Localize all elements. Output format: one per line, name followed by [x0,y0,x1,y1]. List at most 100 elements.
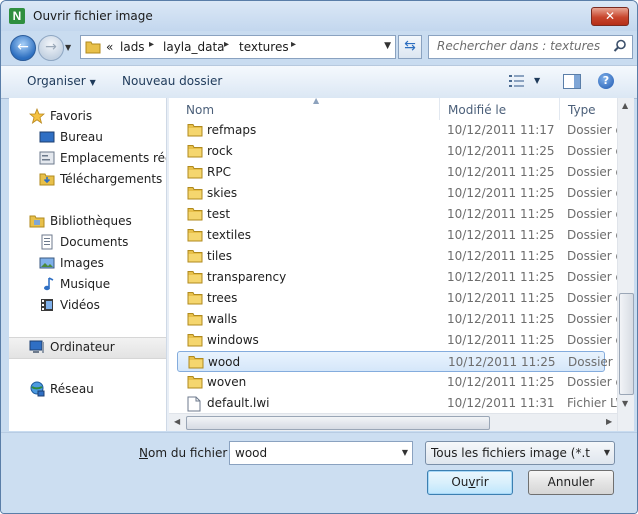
file-date: 10/12/2011 11:17 [447,123,555,137]
filename-input[interactable]: wood ▼ [229,441,413,465]
folder-icon [187,249,203,266]
chevron-down-icon[interactable]: ▼ [402,448,408,457]
file-row[interactable]: tiles 10/12/2011 11:25 Dossier de fichiers [177,246,617,267]
column-header-modified[interactable]: Modifié le [439,98,560,120]
chevron-right-icon[interactable]: ▸ [224,39,229,50]
folder-icon [187,375,203,392]
nav-item-pictures[interactable]: Images [9,253,166,273]
file-row[interactable]: woven 10/12/2011 11:25 Dossier de fichiers [177,372,617,393]
folder-icon [187,291,203,308]
file-type: Dossier de fichiers [567,249,617,263]
nav-item-videos[interactable]: Vidéos [9,295,166,315]
file-name: test [207,207,231,221]
file-row[interactable]: rock 10/12/2011 11:25 Dossier de fichiers [177,141,617,162]
view-list-icon[interactable] [509,75,525,87]
scroll-down-icon[interactable]: ▼ [622,399,628,408]
back-button[interactable]: ← [10,35,36,61]
nav-item-downloads[interactable]: Téléchargements [9,169,166,189]
refresh-button[interactable]: ⇆ [398,35,422,59]
nav-computer[interactable]: Ordinateur [9,337,166,359]
file-name: tiles [207,249,233,263]
chevron-right-icon[interactable]: ▸ [149,39,154,50]
file-row[interactable]: refmaps 10/12/2011 11:17 Dossier de fichie… [177,120,617,141]
file-date: 10/12/2011 11:25 [448,355,556,369]
arrow-right-icon: → [45,39,57,55]
nav-item-documents[interactable]: Documents [9,232,166,252]
file-type: Dossier de fichiers [567,270,617,284]
file-name: transparency [207,270,287,284]
nav-network[interactable]: Réseau [9,379,166,399]
file-date: 10/12/2011 11:25 [447,144,555,158]
breadcrumb-layla-data[interactable]: layla_data [163,40,225,54]
network-icon [30,381,45,397]
file-row[interactable]: wood 10/12/2011 11:25 Dossier de fichiers [177,351,617,372]
file-name: skies [207,186,238,200]
file-row[interactable]: trees 10/12/2011 11:25 Dossier de fichiers [177,288,617,309]
recent-pages-dropdown[interactable]: ▼ [65,43,71,52]
new-folder-button[interactable]: Nouveau dossier [122,74,222,88]
file-name: woven [207,375,247,389]
horizontal-scroll-thumb[interactable] [186,416,490,430]
arrow-left-icon: ← [17,39,29,55]
library-icon [29,215,45,228]
breadcrumb-overflow[interactable]: « [106,40,113,54]
column-header-name[interactable]: ▲ Nom [177,98,440,120]
file-type: Fichier LWI [567,396,617,410]
views-dropdown[interactable]: ▼ [534,76,540,85]
horizontal-scrollbar[interactable]: ◀ ▶ [169,413,617,431]
file-date: 10/12/2011 11:31 [447,396,555,410]
nav-item-desktop[interactable]: Bureau [9,127,166,147]
nav-favorites[interactable]: Favoris [9,106,166,126]
file-type-select[interactable]: Tous les fichiers image (*.tif;*.tga;*.b… [425,441,615,465]
file-row[interactable]: skies 10/12/2011 11:25 Dossier de fichiers [177,183,617,204]
breadcrumb-lads[interactable]: lads [120,40,145,54]
nav-item-recent-places[interactable]: Emplacements récents [9,148,166,168]
vertical-scrollbar[interactable]: ▲ ▼ [617,98,634,431]
organize-button[interactable]: Organiser ▼ [27,74,96,88]
navigation-pane: Favoris Bureau Emplacements récents Télé… [9,98,166,431]
file-row[interactable]: default.lwi 10/12/2011 11:31 Fichier LWI [177,393,617,414]
file-type: Dossier de fichiers [567,375,617,389]
preview-pane-icon[interactable] [563,74,581,89]
file-date: 10/12/2011 11:25 [447,249,555,263]
file-type: Dossier de fichiers [567,228,617,242]
computer-icon [29,340,44,353]
nav-item-music[interactable]: Musique [9,274,166,294]
column-header-type[interactable]: Type [559,98,617,120]
chevron-down-icon[interactable]: ▼ [384,41,391,51]
search-box [428,35,633,59]
search-icon[interactable] [613,39,627,53]
file-name: walls [207,312,238,326]
file-row[interactable]: textiles 10/12/2011 11:25 Dossier de fichi… [177,225,617,246]
folder-icon [187,186,203,203]
chevron-right-icon[interactable]: ▸ [291,39,296,50]
file-row[interactable]: windows 10/12/2011 11:25 Dossier de fichie… [177,330,617,351]
file-row[interactable]: test 10/12/2011 11:25 Dossier de fichiers [177,204,617,225]
close-button[interactable]: ✕ [591,7,629,26]
address-field[interactable]: « lads ▸ layla_data ▸ textures ▸ ▼ [80,35,396,59]
file-row[interactable]: walls 10/12/2011 11:25 Dossier de fichiers [177,309,617,330]
file-date: 10/12/2011 11:25 [447,207,555,221]
file-date: 10/12/2011 11:25 [447,291,555,305]
search-input[interactable] [429,36,613,56]
scroll-left-icon[interactable]: ◀ [174,417,180,426]
star-icon [29,108,45,124]
help-icon[interactable]: ? [598,73,614,89]
vertical-scroll-thumb[interactable] [619,293,634,395]
filename-label: Nom du fichier : [139,446,236,460]
scroll-up-icon[interactable]: ▲ [622,101,628,110]
folder-icon [187,270,203,287]
open-button[interactable]: Ouvrir [427,470,513,495]
file-date: 10/12/2011 11:25 [447,165,555,179]
forward-button[interactable]: → [38,35,64,61]
nav-libraries[interactable]: Bibliothèques [9,211,166,231]
breadcrumb-textures[interactable]: textures [239,40,289,54]
scroll-right-icon[interactable]: ▶ [606,417,612,426]
file-row[interactable]: transparency 10/12/2011 11:25 Dossier de f… [177,267,617,288]
file-type: Dossier de fichiers [567,333,617,347]
address-bar: ← → ▼ « lads ▸ layla_data ▸ textures ▸ ▼… [1,31,637,63]
file-list: ▲ Nom Modifié le Type refmaps 10/12/2011 … [169,98,617,431]
title-bar: N Ouvrir fichier image ✕ [1,1,637,31]
file-row[interactable]: RPC 10/12/2011 11:25 Dossier de fichiers [177,162,617,183]
cancel-button[interactable]: Annuler [528,470,614,495]
